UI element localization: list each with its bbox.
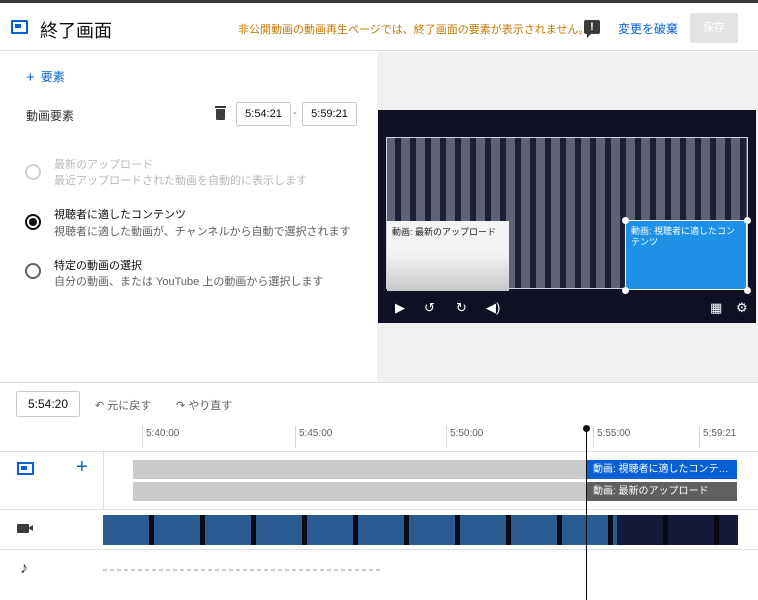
video-track (0, 510, 758, 550)
volume-icon[interactable]: ◀) (486, 300, 500, 316)
grid-icon[interactable]: ▦ (710, 300, 722, 316)
delete-icon[interactable] (215, 106, 226, 120)
end-screen-track: + 動画: 視聴者に適したコンテ… 動画: 最新のアップロード (0, 452, 758, 510)
resize-handle-br[interactable] (744, 287, 751, 294)
option-latest-title: 最新のアップロード (54, 159, 153, 171)
discard-changes-button[interactable]: 変更を破棄 (618, 20, 678, 37)
end-time-input[interactable]: 5:59:21 (302, 102, 357, 126)
feedback-icon[interactable]: ! (584, 20, 600, 38)
element-type-label: 動画要素 (26, 109, 75, 123)
time-separator: - (293, 107, 297, 119)
element-bar-suggested[interactable]: 動画: 視聴者に適したコンテ… (587, 460, 737, 479)
end-screen-icon (11, 20, 28, 34)
header-bar: 終了画面 非公開動画の動画再生ページでは、終了画面の要素が表示されません。 ! … (0, 3, 758, 51)
rewind-icon[interactable]: ↺ (424, 300, 435, 316)
forward-icon[interactable]: ↻ (456, 300, 467, 316)
option-latest-desc: 最近アップロードされた動画を自動的に表示します (54, 175, 307, 187)
tick-label: 5:45:00 (295, 426, 332, 448)
video-preview[interactable]: 動画: 最新のアップロード 動画: 視聴者に適したコンテンツ ▶ ↺ ↻ ◀) … (378, 110, 756, 323)
preview-card-latest[interactable]: 動画: 最新のアップロード (387, 221, 509, 291)
audio-waveform (103, 569, 383, 571)
save-button[interactable]: 保存 (690, 13, 738, 43)
undo-label: 元に戻す (107, 400, 152, 412)
timeline-toolbar: 5:54:20 ↶ 元に戻す ↷ やり直す (0, 382, 758, 420)
tick-label: 5:40:00 (142, 426, 179, 448)
redo-button[interactable]: ↷ やり直す (176, 397, 232, 413)
playhead[interactable] (586, 428, 587, 600)
tick-label: 5:50:00 (446, 426, 483, 448)
video-camera-icon (17, 524, 33, 533)
settings-icon[interactable]: ⚙ (736, 300, 748, 316)
resize-handle-tl[interactable] (622, 217, 629, 224)
redo-label: やり直す (188, 400, 233, 412)
page-title: 終了画面 (40, 21, 112, 41)
option-specific-desc: 自分の動画、または YouTube 上の動画から選択します (54, 276, 324, 288)
start-time-input[interactable]: 5:54:21 (236, 102, 291, 126)
resize-handle-bl[interactable] (622, 287, 629, 294)
audio-track: ♪ (0, 550, 758, 590)
undo-icon: ↶ (95, 400, 108, 412)
timeline-ruler[interactable]: 5:40:00 5:45:00 5:50:00 5:55:00 5:59:21 (0, 426, 758, 452)
resize-handle-tr[interactable] (744, 217, 751, 224)
playhead-handle[interactable] (583, 425, 590, 432)
element-bar-suggested-track (133, 460, 587, 479)
track-divider (103, 452, 104, 510)
tick-label: 5:55:00 (593, 426, 630, 448)
option-best-title: 視聴者に適したコンテンツ (54, 209, 186, 221)
play-icon[interactable]: ▶ (395, 300, 405, 316)
preview-card-suggested-label: 動画: 視聴者に適したコンテンツ (631, 226, 736, 247)
option-specific-title: 特定の動画の選択 (54, 260, 142, 272)
element-bar-latest[interactable]: 動画: 最新のアップロード (587, 482, 737, 501)
undo-button[interactable]: ↶ 元に戻す (95, 397, 151, 413)
option-best-desc: 視聴者に適した動画が、チャンネルから自動で選択されます (54, 226, 351, 238)
private-video-warning: 非公開動画の動画再生ページでは、終了画面の要素が表示されません。 (238, 24, 590, 36)
add-element-label: 要素 (40, 70, 65, 84)
element-editor-panel: + 要素 動画要素 5:54:21 - 5:59:21 最新のアップロード 最近ア… (0, 52, 377, 382)
current-time-input[interactable]: 5:54:20 (16, 391, 80, 417)
radio-latest-upload[interactable] (25, 164, 41, 180)
radio-best-for-viewer[interactable] (25, 214, 41, 230)
preview-card-latest-label: 動画: 最新のアップロード (392, 227, 497, 237)
tick-label: 5:59:21 (699, 426, 736, 448)
add-element-button[interactable]: + 要素 (26, 68, 65, 86)
preview-card-suggested[interactable]: 動画: 視聴者に適したコンテンツ (625, 220, 747, 290)
radio-specific-video[interactable] (25, 263, 41, 279)
end-screen-track-icon (17, 462, 34, 475)
video-filmstrip-end (617, 515, 738, 545)
element-bar-latest-track (133, 482, 587, 501)
redo-icon: ↷ (176, 400, 189, 412)
end-screen-editor: 終了画面 非公開動画の動画再生ページでは、終了画面の要素が表示されません。 ! … (0, 0, 758, 600)
plus-icon: + (26, 69, 35, 86)
add-element-track-button[interactable]: + (76, 456, 88, 479)
music-note-icon: ♪ (20, 560, 28, 577)
